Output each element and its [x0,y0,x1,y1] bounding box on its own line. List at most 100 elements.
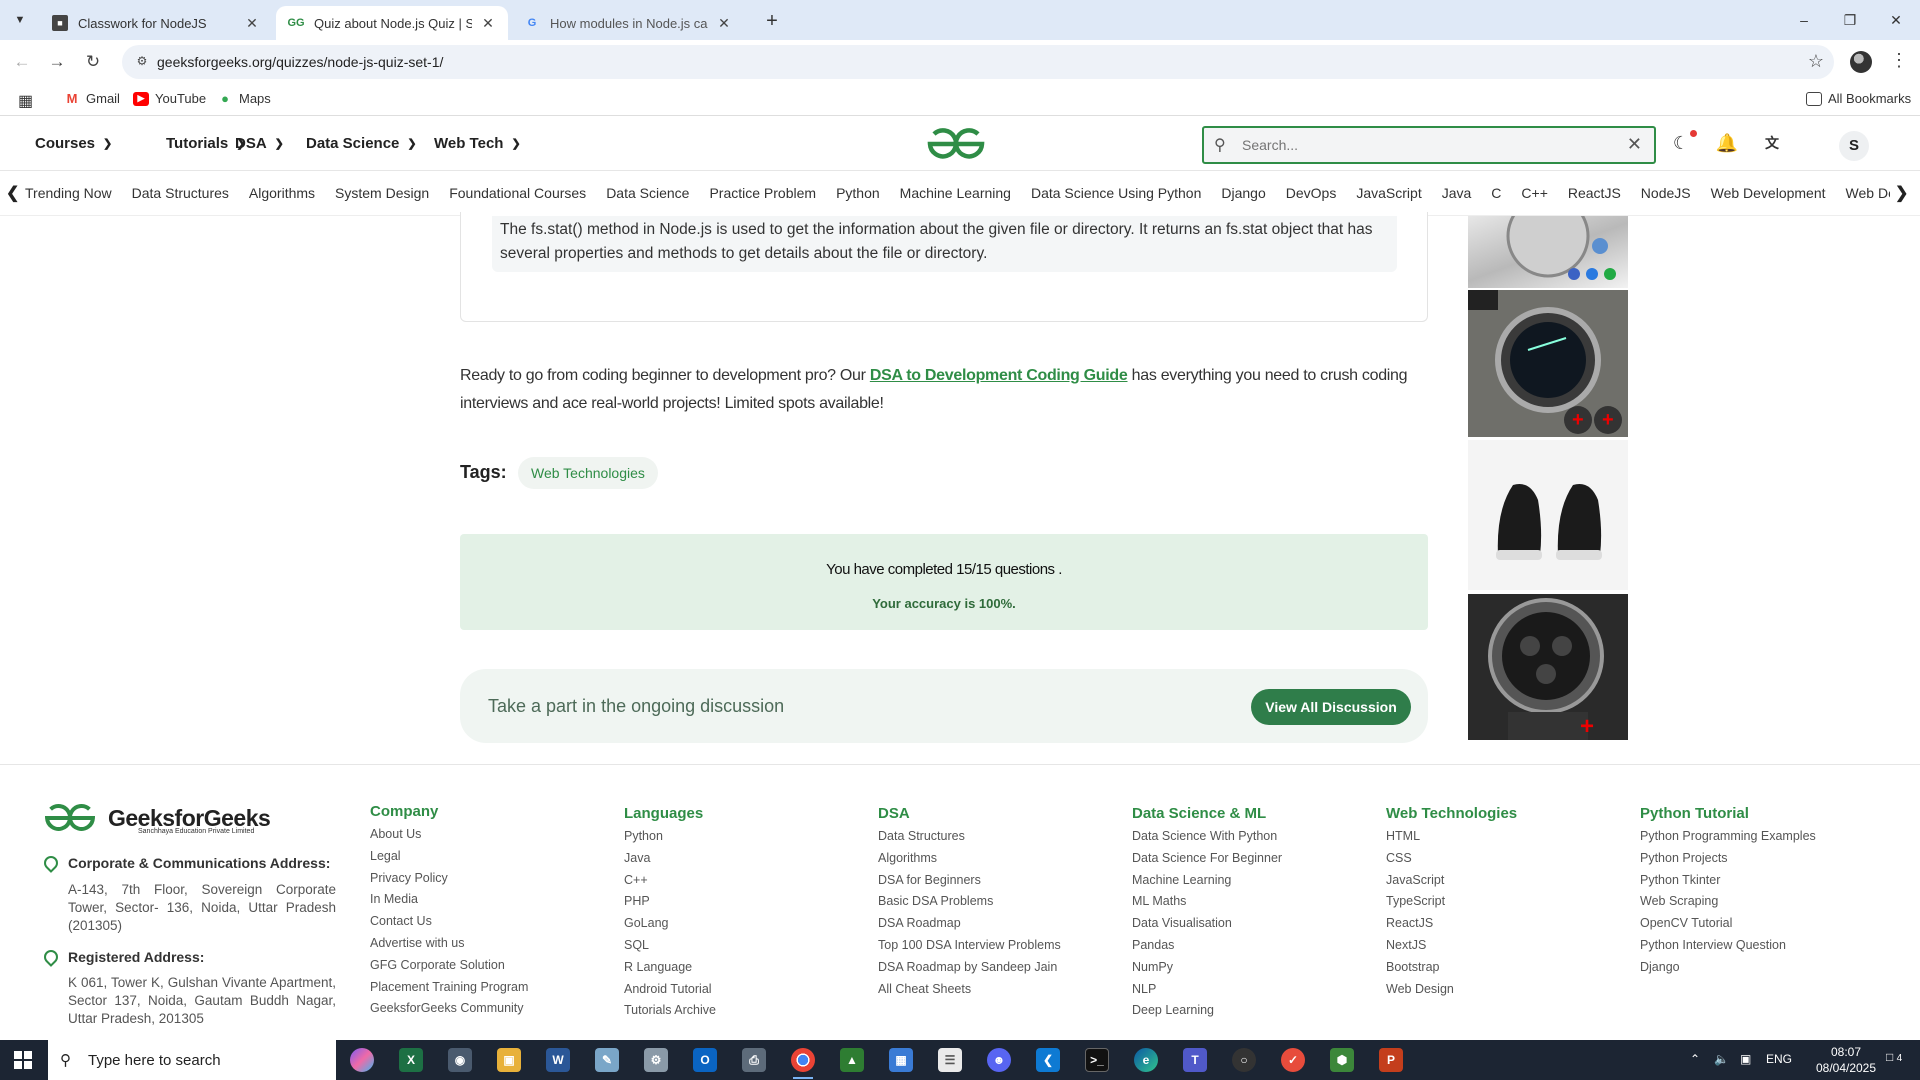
topic-link[interactable]: C++ [1521,185,1547,201]
search-input[interactable] [1242,134,1602,156]
back-arrow-icon[interactable]: ← [8,48,36,76]
footer-link[interactable]: DSA Roadmap by Sandeep Jain [878,957,1061,979]
footer-link[interactable]: Top 100 DSA Interview Problems [878,935,1061,957]
chart-app-icon[interactable]: ▲ [840,1048,864,1072]
footer-link[interactable]: Machine Learning [1132,870,1282,892]
footer-link[interactable]: Bootstrap [1386,957,1517,979]
footer-link[interactable]: Data Science With Python [1132,826,1282,848]
view-all-discussion-button[interactable]: View All Discussion [1251,689,1411,725]
chrome-icon[interactable] [791,1048,815,1079]
word-icon[interactable]: W [546,1048,570,1072]
footer-link[interactable]: Python Interview Question [1640,935,1816,957]
footer-link[interactable]: TypeScript [1386,891,1517,913]
chevron-left-icon[interactable]: ❮ [6,183,19,203]
footer-link[interactable]: Python Programming Examples [1640,826,1816,848]
tab-close-icon[interactable]: ✕ [716,15,732,32]
footer-link[interactable]: Data Structures [878,826,1061,848]
obs-icon[interactable]: ○ [1232,1048,1256,1072]
topic-link[interactable]: Python [836,185,880,201]
footer-link[interactable]: ML Maths [1132,891,1282,913]
footer-link[interactable]: Python [624,826,716,848]
copilot-icon[interactable] [350,1048,374,1072]
footer-link[interactable]: Django [1640,957,1816,979]
document-icon[interactable]: ☰ [938,1048,962,1072]
all-bookmarks[interactable]: All Bookmarks [1806,91,1911,106]
topic-link[interactable]: Web Design [1846,185,1890,201]
site-search-box[interactable]: ⚲ ✕ [1202,126,1656,164]
tab-modules[interactable]: G How modules in Node.js can be ✕ [512,6,744,40]
footer-link[interactable]: Data Visualisation [1132,913,1282,935]
notepad-icon[interactable]: ✎ [595,1048,619,1072]
close-icon[interactable]: ✕ [1627,134,1642,155]
forward-arrow-icon[interactable]: → [43,48,71,76]
minimize-icon[interactable]: – [1782,8,1826,32]
footer-link[interactable]: Pandas [1132,935,1282,957]
tag-web-technologies[interactable]: Web Technologies [518,457,658,489]
translate-icon[interactable]: 文 [1759,133,1785,159]
file-explorer-icon[interactable]: ▣ [497,1048,521,1072]
chevron-up-icon[interactable]: ⌃ [1690,1052,1700,1066]
url-text[interactable]: geeksforgeeks.org/quizzes/node-js-quiz-s… [157,54,443,70]
footer-link[interactable]: Privacy Policy [370,868,528,890]
bookmark-star-icon[interactable]: ☆ [1808,51,1824,72]
topic-link[interactable]: DevOps [1286,185,1337,201]
footer-link[interactable]: Deep Learning [1132,1000,1282,1022]
vscode-icon[interactable]: ❮ [1036,1048,1060,1072]
chevron-right-icon[interactable]: ❯ [1895,183,1908,203]
topic-link[interactable]: C [1491,185,1501,201]
footer-link[interactable]: C++ [624,870,716,892]
topic-link[interactable]: Data Science Using Python [1031,185,1201,201]
footer-link[interactable]: DSA for Beginners [878,870,1061,892]
footer-link[interactable]: Advertise with us [370,933,528,955]
footer-link[interactable]: Placement Training Program [370,977,528,999]
footer-link[interactable]: Tutorials Archive [624,1000,716,1022]
speaker-icon[interactable]: 🔈 [1714,1052,1729,1066]
browser-menu-icon[interactable]: ⋮ [1890,50,1908,71]
checklist-app-icon[interactable]: ✓ [1281,1048,1305,1072]
footer-link[interactable]: Java [624,848,716,870]
ad-chronograph-image[interactable]: + [1468,594,1628,740]
topic-link[interactable]: Algorithms [249,185,315,201]
excel-icon[interactable]: X [399,1048,423,1072]
footer-link[interactable]: R Language [624,957,716,979]
profile-avatar[interactable] [1850,51,1872,73]
bookmark-maps[interactable]: ● Maps [217,91,271,106]
network-icon[interactable]: ▣ [1740,1052,1751,1066]
settings-app-icon[interactable]: ⚙ [644,1048,668,1072]
gfg-logo[interactable] [926,127,986,161]
address-bar[interactable]: ⚙ geeksforgeeks.org/quizzes/node-js-quiz… [122,45,1834,79]
apps-grid-icon[interactable]: ▦ [18,91,33,111]
taskbar-search[interactable]: ⚲ Type here to search [48,1040,336,1080]
dark-mode-moon-icon[interactable]: ☾ [1668,133,1694,159]
footer-link[interactable]: Basic DSA Problems [878,891,1061,913]
footer-link[interactable]: All Cheat Sheets [878,979,1061,1001]
footer-link[interactable]: In Media [370,889,528,911]
footer-link[interactable]: SQL [624,935,716,957]
footer-link[interactable]: ReactJS [1386,913,1517,935]
footer-link[interactable]: HTML [1386,826,1517,848]
footer-link[interactable]: Contact Us [370,911,528,933]
discord-icon[interactable]: ☻ [987,1048,1011,1072]
ad-round-watch-image[interactable]: + + [1468,290,1628,437]
topic-link[interactable]: ReactJS [1568,185,1621,201]
clock[interactable]: 08:07 08/04/2025 [1808,1044,1884,1076]
tab-quiz[interactable]: GG Quiz about Node.js Quiz | Set-1 ✕ [276,6,508,40]
nodejs-icon[interactable]: ⬢ [1330,1048,1354,1072]
user-avatar[interactable]: S [1839,131,1869,161]
tab-close-icon[interactable]: ✕ [480,15,496,32]
menu-tutorials[interactable]: Tutorials ❯ [166,135,245,152]
powerpoint-icon[interactable]: P [1379,1048,1403,1072]
topic-link[interactable]: Practice Problem [709,185,816,201]
bell-icon[interactable]: 🔔 [1714,133,1740,159]
restore-icon[interactable]: ❐ [1828,8,1872,32]
footer-link[interactable]: Python Tkinter [1640,870,1816,892]
footer-link[interactable]: OpenCV Tutorial [1640,913,1816,935]
footer-link[interactable]: NLP [1132,979,1282,1001]
footer-link[interactable]: DSA Roadmap [878,913,1061,935]
menu-courses[interactable]: Courses ❯ [35,135,112,152]
footer-link[interactable]: GeeksforGeeks Community [370,998,528,1020]
terminal-icon[interactable]: >_ [1085,1048,1109,1072]
topic-link[interactable]: Data Structures [132,185,229,201]
outlook-icon[interactable]: O [693,1048,717,1072]
footer-link[interactable]: Android Tutorial [624,979,716,1001]
